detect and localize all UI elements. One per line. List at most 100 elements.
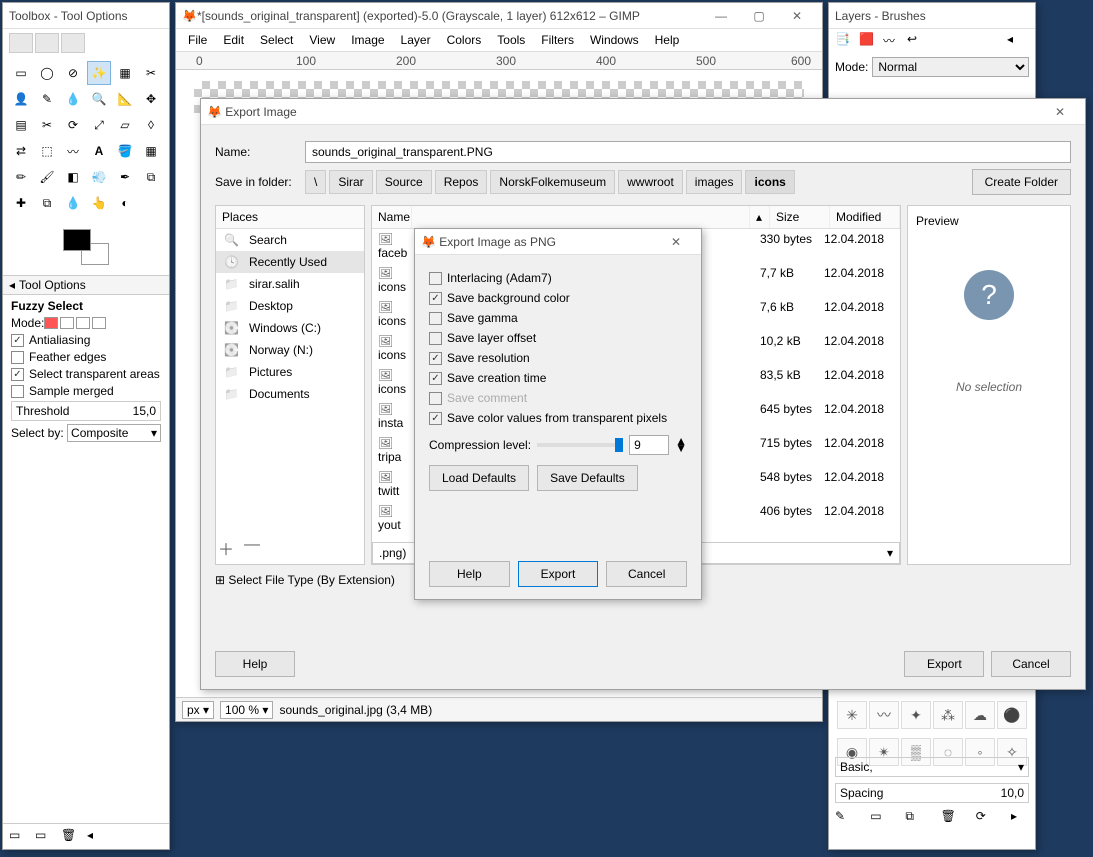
checkbox[interactable] (429, 412, 442, 425)
load-defaults-button[interactable]: Load Defaults (429, 465, 529, 491)
menu-layer[interactable]: Layer (393, 31, 439, 49)
place-item[interactable]: Documents (216, 383, 364, 405)
flip-tool[interactable]: ⇄ (9, 139, 33, 163)
slider-thumb[interactable] (615, 438, 623, 452)
toolbox-tab[interactable] (61, 33, 85, 53)
threshold-field[interactable]: Threshold 15,0 (11, 401, 161, 421)
paths-tool[interactable]: ✎ (35, 87, 59, 111)
bucket-fill-tool[interactable]: 🪣 (113, 139, 137, 163)
measure-tool[interactable]: 📐 (113, 87, 137, 111)
shear-tool[interactable]: ▱ (113, 113, 137, 137)
color-picker-tool[interactable]: 💧 (61, 87, 85, 111)
rotate-tool[interactable]: ⟳ (61, 113, 85, 137)
antialias-row[interactable]: Antialiasing (11, 333, 161, 347)
menu-tools[interactable]: Tools (489, 31, 533, 49)
perspective-tool[interactable]: ◊ (139, 113, 163, 137)
compression-slider[interactable] (537, 443, 623, 447)
zoom-tool[interactable]: 🔍 (87, 87, 111, 111)
feather-checkbox[interactable] (11, 351, 24, 364)
export-titlebar[interactable]: 🦊 Export Image ✕ (201, 99, 1085, 125)
menu-file[interactable]: File (180, 31, 215, 49)
checkbox[interactable] (429, 372, 442, 385)
png-option-row[interactable]: Save layer offset (429, 331, 687, 345)
cage-tool[interactable]: ⬚ (35, 139, 59, 163)
brush-item[interactable]: ✳ (837, 701, 867, 729)
help-button[interactable]: Help (429, 561, 510, 587)
compression-input[interactable] (629, 435, 669, 455)
color-swatches[interactable] (61, 227, 111, 267)
status-icon[interactable]: ◂ (87, 828, 105, 846)
col-name[interactable]: Name (372, 206, 412, 228)
align-tool[interactable]: ▤ (9, 113, 33, 137)
save-defaults-button[interactable]: Save Defaults (537, 465, 638, 491)
menu-windows[interactable]: Windows (582, 31, 647, 49)
brush-item[interactable]: ☁ (965, 701, 995, 729)
gimp-titlebar[interactable]: 🦊 *[sounds_original_transparent] (export… (176, 3, 822, 29)
brush-item[interactable]: ⁂ (933, 701, 963, 729)
ellipse-select-tool[interactable]: ◯ (35, 61, 59, 85)
mode-select[interactable]: Normal (872, 57, 1029, 77)
undo-tab-icon[interactable]: ↩ (907, 32, 929, 52)
brush-preset-select[interactable]: Basic,▾ (835, 757, 1029, 777)
maximize-button[interactable]: ▢ (740, 4, 778, 28)
menu-image[interactable]: Image (343, 31, 392, 49)
scissors-tool[interactable]: ✂ (139, 61, 163, 85)
col-size[interactable]: Size (770, 206, 830, 228)
text-tool[interactable]: A (87, 139, 111, 163)
menu-filters[interactable]: Filters (533, 31, 582, 49)
free-select-tool[interactable]: ⊘ (61, 61, 85, 85)
delete-brush-icon[interactable]: 🗑 (941, 809, 959, 827)
clone-tool[interactable]: ⧉ (139, 165, 163, 189)
place-item[interactable]: Desktop (216, 295, 364, 317)
name-input[interactable] (305, 141, 1071, 163)
select-by-dropdown[interactable]: Composite▾ (67, 424, 161, 442)
png-option-row[interactable]: Save background color (429, 291, 687, 305)
menu-colors[interactable]: Colors (439, 31, 490, 49)
foreground-select-tool[interactable]: 👤 (9, 87, 33, 111)
status-icon[interactable]: ▭ (35, 828, 53, 846)
warp-tool[interactable]: 〰 (61, 139, 85, 163)
perspective-clone-tool[interactable]: ⧉ (35, 191, 59, 215)
tab-menu-icon[interactable]: ◂ (1007, 32, 1029, 52)
help-button[interactable]: Help (215, 651, 295, 677)
toolbox-tab[interactable] (35, 33, 59, 53)
export-button[interactable]: Export (904, 651, 984, 677)
place-item[interactable]: Pictures (216, 361, 364, 383)
menu-select[interactable]: Select (252, 31, 301, 49)
paths-tab-icon[interactable]: 〰 (883, 32, 905, 52)
png-option-row[interactable]: Save resolution (429, 351, 687, 365)
transparent-checkbox[interactable] (11, 368, 24, 381)
mode-intersect-icon[interactable] (92, 317, 106, 329)
checkbox[interactable] (429, 352, 442, 365)
menu-edit[interactable]: Edit (215, 31, 252, 49)
close-button[interactable]: ✕ (778, 4, 816, 28)
blur-tool[interactable]: 💧 (61, 191, 85, 215)
sort-icon[interactable]: ▴ (750, 206, 770, 228)
close-button[interactable]: ✕ (1041, 100, 1079, 124)
mode-add-icon[interactable] (60, 317, 74, 329)
remove-place-icon[interactable]: — (244, 536, 260, 560)
menu-help[interactable]: Help (647, 31, 688, 49)
edit-brush-icon[interactable]: ✎ (835, 809, 853, 827)
layers-tab-icon[interactable]: 📑 (835, 32, 857, 52)
duplicate-brush-icon[interactable]: ⧉ (905, 809, 923, 827)
place-item[interactable]: Norway (N:) (216, 339, 364, 361)
unit-select[interactable]: px ▾ (182, 701, 214, 719)
place-item[interactable]: Search (216, 229, 364, 251)
dodge-tool[interactable]: ◐ (113, 191, 137, 215)
tool-options-header[interactable]: ◂ Tool Options (3, 275, 169, 295)
mode-subtract-icon[interactable] (76, 317, 90, 329)
sample-merged-checkbox[interactable] (11, 385, 24, 398)
eraser-tool[interactable]: ◧ (61, 165, 85, 189)
png-titlebar[interactable]: 🦊 Export Image as PNG ✕ (415, 229, 701, 255)
toolbox-tab[interactable] (9, 33, 33, 53)
place-item[interactable]: Recently Used (216, 251, 364, 273)
crumb-current[interactable]: icons (745, 170, 794, 194)
png-option-row[interactable]: Save gamma (429, 311, 687, 325)
place-item[interactable]: Windows (C:) (216, 317, 364, 339)
ink-tool[interactable]: ✒ (113, 165, 137, 189)
crumb[interactable]: NorskFolkemuseum (490, 170, 615, 194)
cancel-button[interactable]: Cancel (606, 561, 687, 587)
checkbox[interactable] (429, 292, 442, 305)
add-place-icon[interactable]: ＋ (218, 536, 234, 560)
